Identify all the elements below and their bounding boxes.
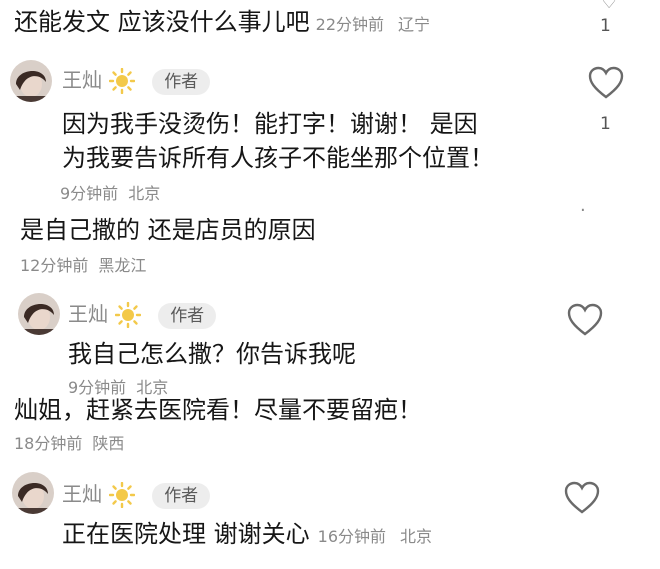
avatar-image xyxy=(18,293,60,335)
like-count: 1 xyxy=(600,16,611,36)
comment-text: 灿姐，赶紧去医院看！尽量不要留疤！ xyxy=(14,396,422,424)
heart-outline-icon[interactable] xyxy=(567,303,603,341)
sun-icon xyxy=(108,481,136,512)
comment-time: 22分钟前 xyxy=(315,15,385,34)
comment-text-line: 因为我手没烫伤！能打字！谢谢！ 是因 xyxy=(62,110,478,138)
divider-dot: · xyxy=(580,200,586,221)
author-badge: 作者 xyxy=(152,69,211,95)
comment-text: 我自己怎么撒？你告诉我呢 xyxy=(68,340,356,368)
author-name[interactable]: 王灿 xyxy=(62,482,102,506)
sun-icon xyxy=(114,301,142,332)
comment-text: 是自己撒的 还是店员的原因 xyxy=(20,216,316,244)
like-count: 1 xyxy=(600,114,611,134)
author-badge: 作者 xyxy=(152,483,211,509)
author-badge: 作者 xyxy=(158,303,217,329)
avatar[interactable] xyxy=(12,472,54,514)
comment-text: 正在医院处理 谢谢关心 xyxy=(62,520,310,548)
author-name[interactable]: 王灿 xyxy=(62,68,102,92)
comment-time: 12分钟前 xyxy=(20,256,89,275)
comment-meta: 12分钟前 黑龙江 xyxy=(20,252,146,276)
author-row: 王灿 作者 xyxy=(68,298,217,332)
author-row: 王灿 作者 xyxy=(62,478,211,512)
avatar[interactable] xyxy=(10,60,52,102)
heart-outline-icon[interactable] xyxy=(564,481,600,519)
sun-icon xyxy=(108,67,136,98)
comment-time: 16分钟前 xyxy=(317,527,387,546)
author-name[interactable]: 王灿 xyxy=(68,302,108,326)
avatar-image xyxy=(10,60,52,102)
comment-text-line: 为我要告诉所有人孩子不能坐那个位置！ xyxy=(62,144,494,172)
comment-time: 18分钟前 xyxy=(14,434,83,453)
like-icon-partial[interactable]: ♡ xyxy=(601,0,617,12)
comment-row: 正在医院处理 谢谢关心 16分钟前 北京 xyxy=(62,518,432,550)
comment-location: 黑龙江 xyxy=(98,256,147,275)
comment-location: 北京 xyxy=(128,184,161,203)
comment-meta: 18分钟前 陕西 xyxy=(14,430,124,454)
avatar[interactable] xyxy=(18,293,60,335)
author-row: 王灿 作者 xyxy=(62,64,211,98)
comment-row: 还能发文 应该没什么事儿吧 22分钟前 辽宁 xyxy=(14,6,430,38)
avatar-image xyxy=(12,472,54,514)
comment-location: 北京 xyxy=(400,527,433,546)
comment-location: 陕西 xyxy=(92,434,125,453)
comment-meta: 9分钟前 北京 xyxy=(60,180,160,204)
comment-location: 辽宁 xyxy=(398,15,431,34)
heart-outline-icon[interactable] xyxy=(588,66,624,104)
comment-text: 还能发文 应该没什么事儿吧 xyxy=(14,8,310,36)
comment-time: 9分钟前 xyxy=(60,184,119,203)
